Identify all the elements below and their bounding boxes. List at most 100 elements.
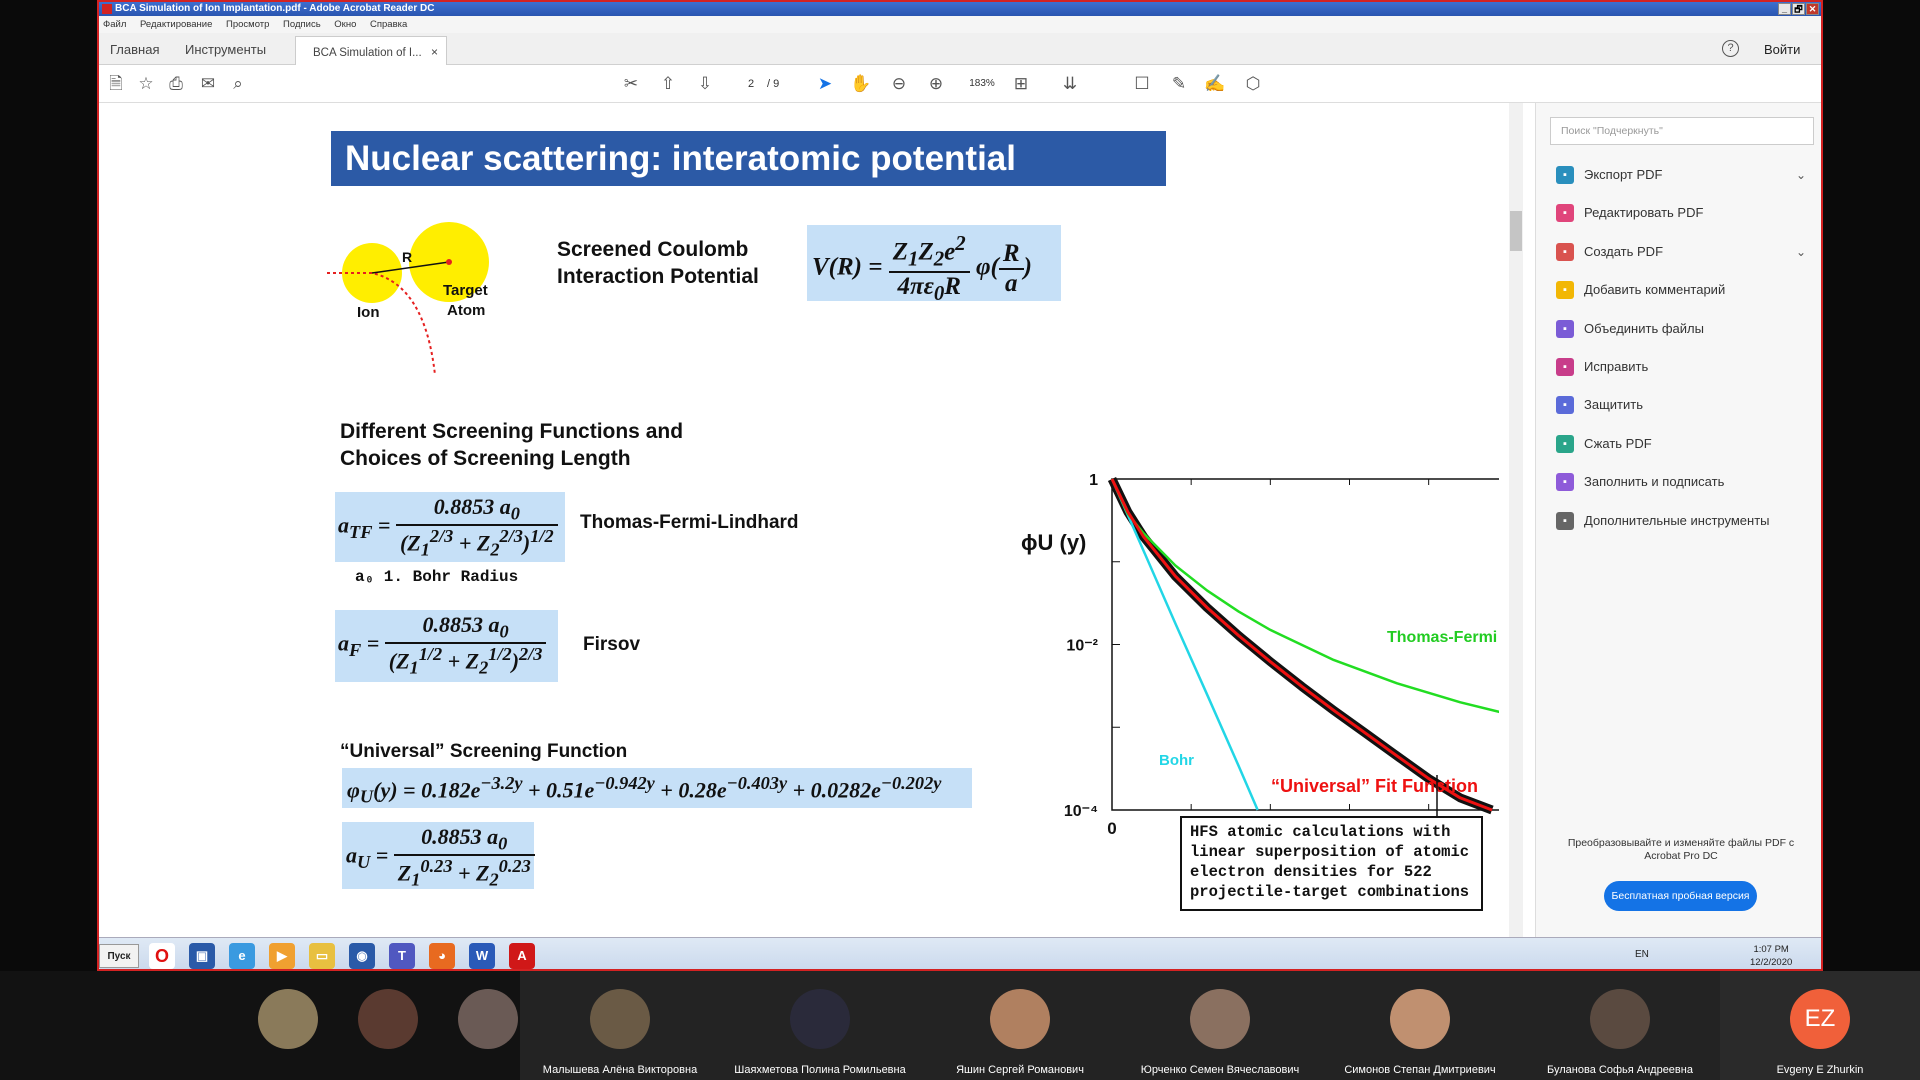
document-view[interactable]: Nuclear scattering: interatomic potentia… <box>99 103 1531 937</box>
tool-item[interactable]: ▪ Редактировать PDF <box>1556 201 1806 225</box>
universal-heading: “Universal” Screening Function <box>340 741 628 762</box>
zoom-out-icon[interactable]: ⊖ <box>888 73 910 95</box>
acrobat-taskbar-icon[interactable]: A <box>509 943 535 969</box>
vertical-scrollbar[interactable] <box>1509 103 1523 937</box>
tool-item[interactable]: ▪ Объединить файлы <box>1556 317 1806 341</box>
menu-edit[interactable]: Редактирование <box>140 19 212 30</box>
print-icon[interactable]: ⎙ <box>165 73 187 95</box>
menu-window[interactable]: Окно <box>334 19 356 30</box>
tool-item[interactable]: ▪ Создать PDF ⌄ <box>1556 240 1806 264</box>
sign-icon[interactable]: ✍ <box>1204 73 1226 95</box>
zoom-in-icon[interactable]: ⊕ <box>925 73 947 95</box>
page-number-input[interactable]: 2 <box>736 75 766 93</box>
language-indicator[interactable]: EN <box>1635 949 1649 960</box>
atom-label: Atom <box>447 302 485 319</box>
menu-help[interactable]: Справка <box>370 19 407 30</box>
fit-page-icon[interactable]: ⊞ <box>1010 73 1032 95</box>
tool-item[interactable]: ▪ Экспорт PDF ⌄ <box>1556 163 1806 187</box>
acrobat-window: BCA Simulation of Ion Implantation.pdf -… <box>97 0 1823 971</box>
share-tag-icon[interactable]: ⬡ <box>1242 73 1264 95</box>
internet-explorer-icon[interactable]: e <box>229 943 255 969</box>
teams-icon[interactable]: T <box>389 943 415 969</box>
scissors-icon[interactable]: ✂ <box>620 73 642 95</box>
save-icon[interactable]: 🗎 <box>105 73 127 95</box>
tab-home[interactable]: Главная <box>110 42 159 57</box>
tab-document-label: BCA Simulation of I... <box>313 47 422 59</box>
scrollbar-thumb[interactable] <box>1510 211 1522 251</box>
title-bar: BCA Simulation of Ion Implantation.pdf -… <box>99 2 1821 16</box>
y-axis-label: ϕU (y) <box>1021 530 1086 555</box>
bookmark-star-icon[interactable]: ☆ <box>135 73 157 95</box>
media-player-icon[interactable]: ▶ <box>269 943 295 969</box>
chevron-down-icon[interactable]: ⌄ <box>1796 163 1806 187</box>
minimize-button[interactable]: _ <box>1778 3 1791 15</box>
tools-search-input[interactable]: Поиск "Подчеркнуть" <box>1550 117 1814 145</box>
participant-tile[interactable] <box>338 971 438 1080</box>
tool-icon: ▪ <box>1556 434 1574 453</box>
file-explorer-icon[interactable]: ▭ <box>309 943 335 969</box>
hand-tool-icon[interactable]: ✋ <box>850 73 872 95</box>
y-tick-label: 10⁻² <box>1066 638 1098 655</box>
coulomb-potential-formula: V(R) = Z1Z2e2 4πε0R φ(Ra) <box>807 225 1061 305</box>
participant-tile[interactable]: Юрченко Семен Вячеславович <box>1120 971 1320 1080</box>
tool-item[interactable]: ▪ Добавить комментарий <box>1556 278 1806 302</box>
opera-icon[interactable]: O <box>149 943 175 969</box>
scroll-mode-icon[interactable]: ⇊ <box>1059 73 1081 95</box>
tool-label: Экспорт PDF <box>1584 167 1663 182</box>
next-page-icon[interactable]: ⇩ <box>694 73 716 95</box>
participant-tile[interactable]: EZ Evgeny E Zhurkin <box>1720 971 1920 1080</box>
firefox-icon[interactable]: ◕ <box>429 943 455 969</box>
highlight-pen-icon[interactable]: ✎ <box>1168 73 1190 95</box>
tab-close-icon[interactable]: × <box>431 45 438 59</box>
start-button[interactable]: Пуск <box>99 944 139 968</box>
system-clock[interactable]: 1:07 PM 12/2/2020 <box>1750 943 1792 969</box>
close-button[interactable]: ✕ <box>1806 3 1819 15</box>
chevron-down-icon[interactable]: ⌄ <box>1796 240 1806 264</box>
toolbar: 🗎 ☆ ⎙ ✉ ⌕ ✂ ⇧ ⇩ 2 / 9 ➤ ✋ ⊖ ⊕ 183% ⊞ ⇊ ☐… <box>99 65 1821 103</box>
word-icon[interactable]: W <box>469 943 495 969</box>
tool-label: Исправить <box>1584 359 1649 374</box>
menu-file[interactable]: Файл <box>103 19 126 30</box>
tool-item[interactable]: ▪ Исправить <box>1556 355 1806 379</box>
tab-document[interactable]: BCA Simulation of I... × <box>295 36 447 65</box>
save-disk-icon[interactable]: ▣ <box>189 943 215 969</box>
firsov-length-formula: aF = 0.8853 a0 (Z11/2 + Z21/2)2/3 <box>335 610 558 682</box>
tool-icon: ▪ <box>1556 511 1574 530</box>
free-trial-button[interactable]: Бесплатная пробная версия <box>1604 881 1757 911</box>
tool-label: Редактировать PDF <box>1584 205 1704 221</box>
tool-label: Сжать PDF <box>1584 435 1652 451</box>
tool-item[interactable]: ▪ Дополнительные инструменты <box>1556 509 1806 533</box>
help-icon[interactable]: ? <box>1722 40 1739 57</box>
participant-tile[interactable]: Яшин Сергей Романович <box>920 971 1120 1080</box>
comment-icon[interactable]: ☐ <box>1131 73 1153 95</box>
menu-sign[interactable]: Подпись <box>283 19 321 30</box>
tab-tools[interactable]: Инструменты <box>185 42 266 57</box>
participant-name: Симонов Степан Дмитриевич <box>1344 1064 1496 1076</box>
menu-view[interactable]: Просмотр <box>226 19 269 30</box>
tool-item[interactable]: ▪ Заполнить и подписать <box>1556 470 1806 494</box>
restore-button[interactable]: 🗗 <box>1792 3 1805 15</box>
email-icon[interactable]: ✉ <box>197 73 219 95</box>
tool-icon: ▪ <box>1556 204 1574 223</box>
sign-in-link[interactable]: Войти <box>1764 42 1800 57</box>
screening-heading-line1: Different Screening Functions and <box>340 420 684 443</box>
target-label: Target <box>443 282 488 299</box>
bohr-radius-note: a₀ 1. Bohr Radius <box>355 568 519 586</box>
participant-tile[interactable]: Симонов Степан Дмитриевич <box>1320 971 1520 1080</box>
tool-item[interactable]: ▪ Сжать PDF <box>1556 432 1806 456</box>
screening-heading-line2: Choices of Screening Length <box>340 447 631 470</box>
participant-tile[interactable]: Шаяхметова Полина Ромильевна <box>720 971 920 1080</box>
previous-page-icon[interactable]: ⇧ <box>657 73 679 95</box>
select-cursor-icon[interactable]: ➤ <box>814 73 836 95</box>
search-icon[interactable]: ⌕ <box>227 73 249 95</box>
participant-tile[interactable]: Малышева Алёна Викторовна <box>520 971 720 1080</box>
participant-tile[interactable] <box>238 971 338 1080</box>
menu-bar: Файл Редактирование Просмотр Подпись Окн… <box>99 16 1821 33</box>
tool-icon: ▪ <box>1556 242 1574 261</box>
zoom-select[interactable]: 183% <box>960 75 1004 93</box>
app-icon[interactable]: ◉ <box>349 943 375 969</box>
participant-tile[interactable]: Буланова Софья Андреевна <box>1520 971 1720 1080</box>
tool-icon: ▪ <box>1556 319 1574 338</box>
tool-item[interactable]: ▪ Защитить <box>1556 393 1806 417</box>
note-line: HFS atomic calculations with <box>1190 823 1451 841</box>
